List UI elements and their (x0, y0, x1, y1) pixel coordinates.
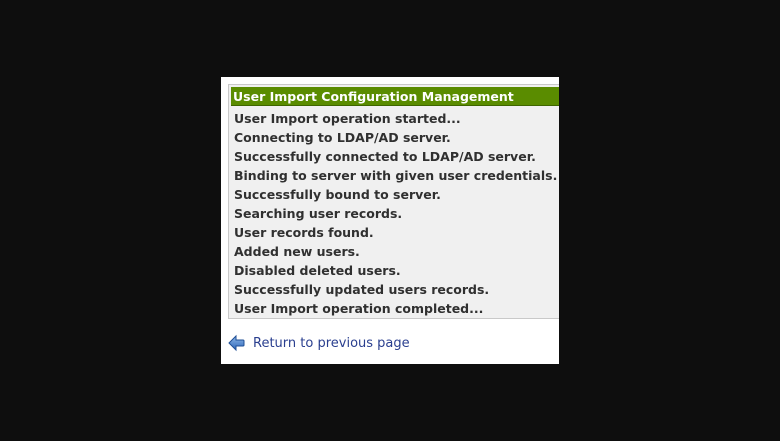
import-log-panel: User Import Configuration Management Use… (228, 84, 559, 319)
import-status-dialog: User Import Configuration Management Use… (221, 77, 559, 364)
log-line: Disabled deleted users. (234, 263, 401, 278)
log-line: User Import operation completed... (234, 301, 484, 316)
log-list: User Import operation started... Connect… (229, 109, 559, 318)
log-line: Added new users. (234, 244, 360, 259)
log-line: Successfully connected to LDAP/AD server… (234, 149, 536, 164)
return-link-label[interactable]: Return to previous page (253, 336, 410, 351)
log-line: Searching user records. (234, 206, 403, 221)
return-to-previous-page-link[interactable]: Return to previous page (228, 333, 410, 353)
log-line: Successfully updated users records. (234, 282, 490, 297)
log-line: Binding to server with given user creden… (234, 168, 558, 183)
back-arrow-icon[interactable] (228, 334, 245, 352)
log-line: Connecting to LDAP/AD server. (234, 130, 451, 145)
log-line: User records found. (234, 225, 374, 240)
log-line: Successfully bound to server. (234, 187, 441, 202)
log-line: User Import operation started... (234, 111, 461, 126)
panel-title: User Import Configuration Management (231, 87, 559, 106)
